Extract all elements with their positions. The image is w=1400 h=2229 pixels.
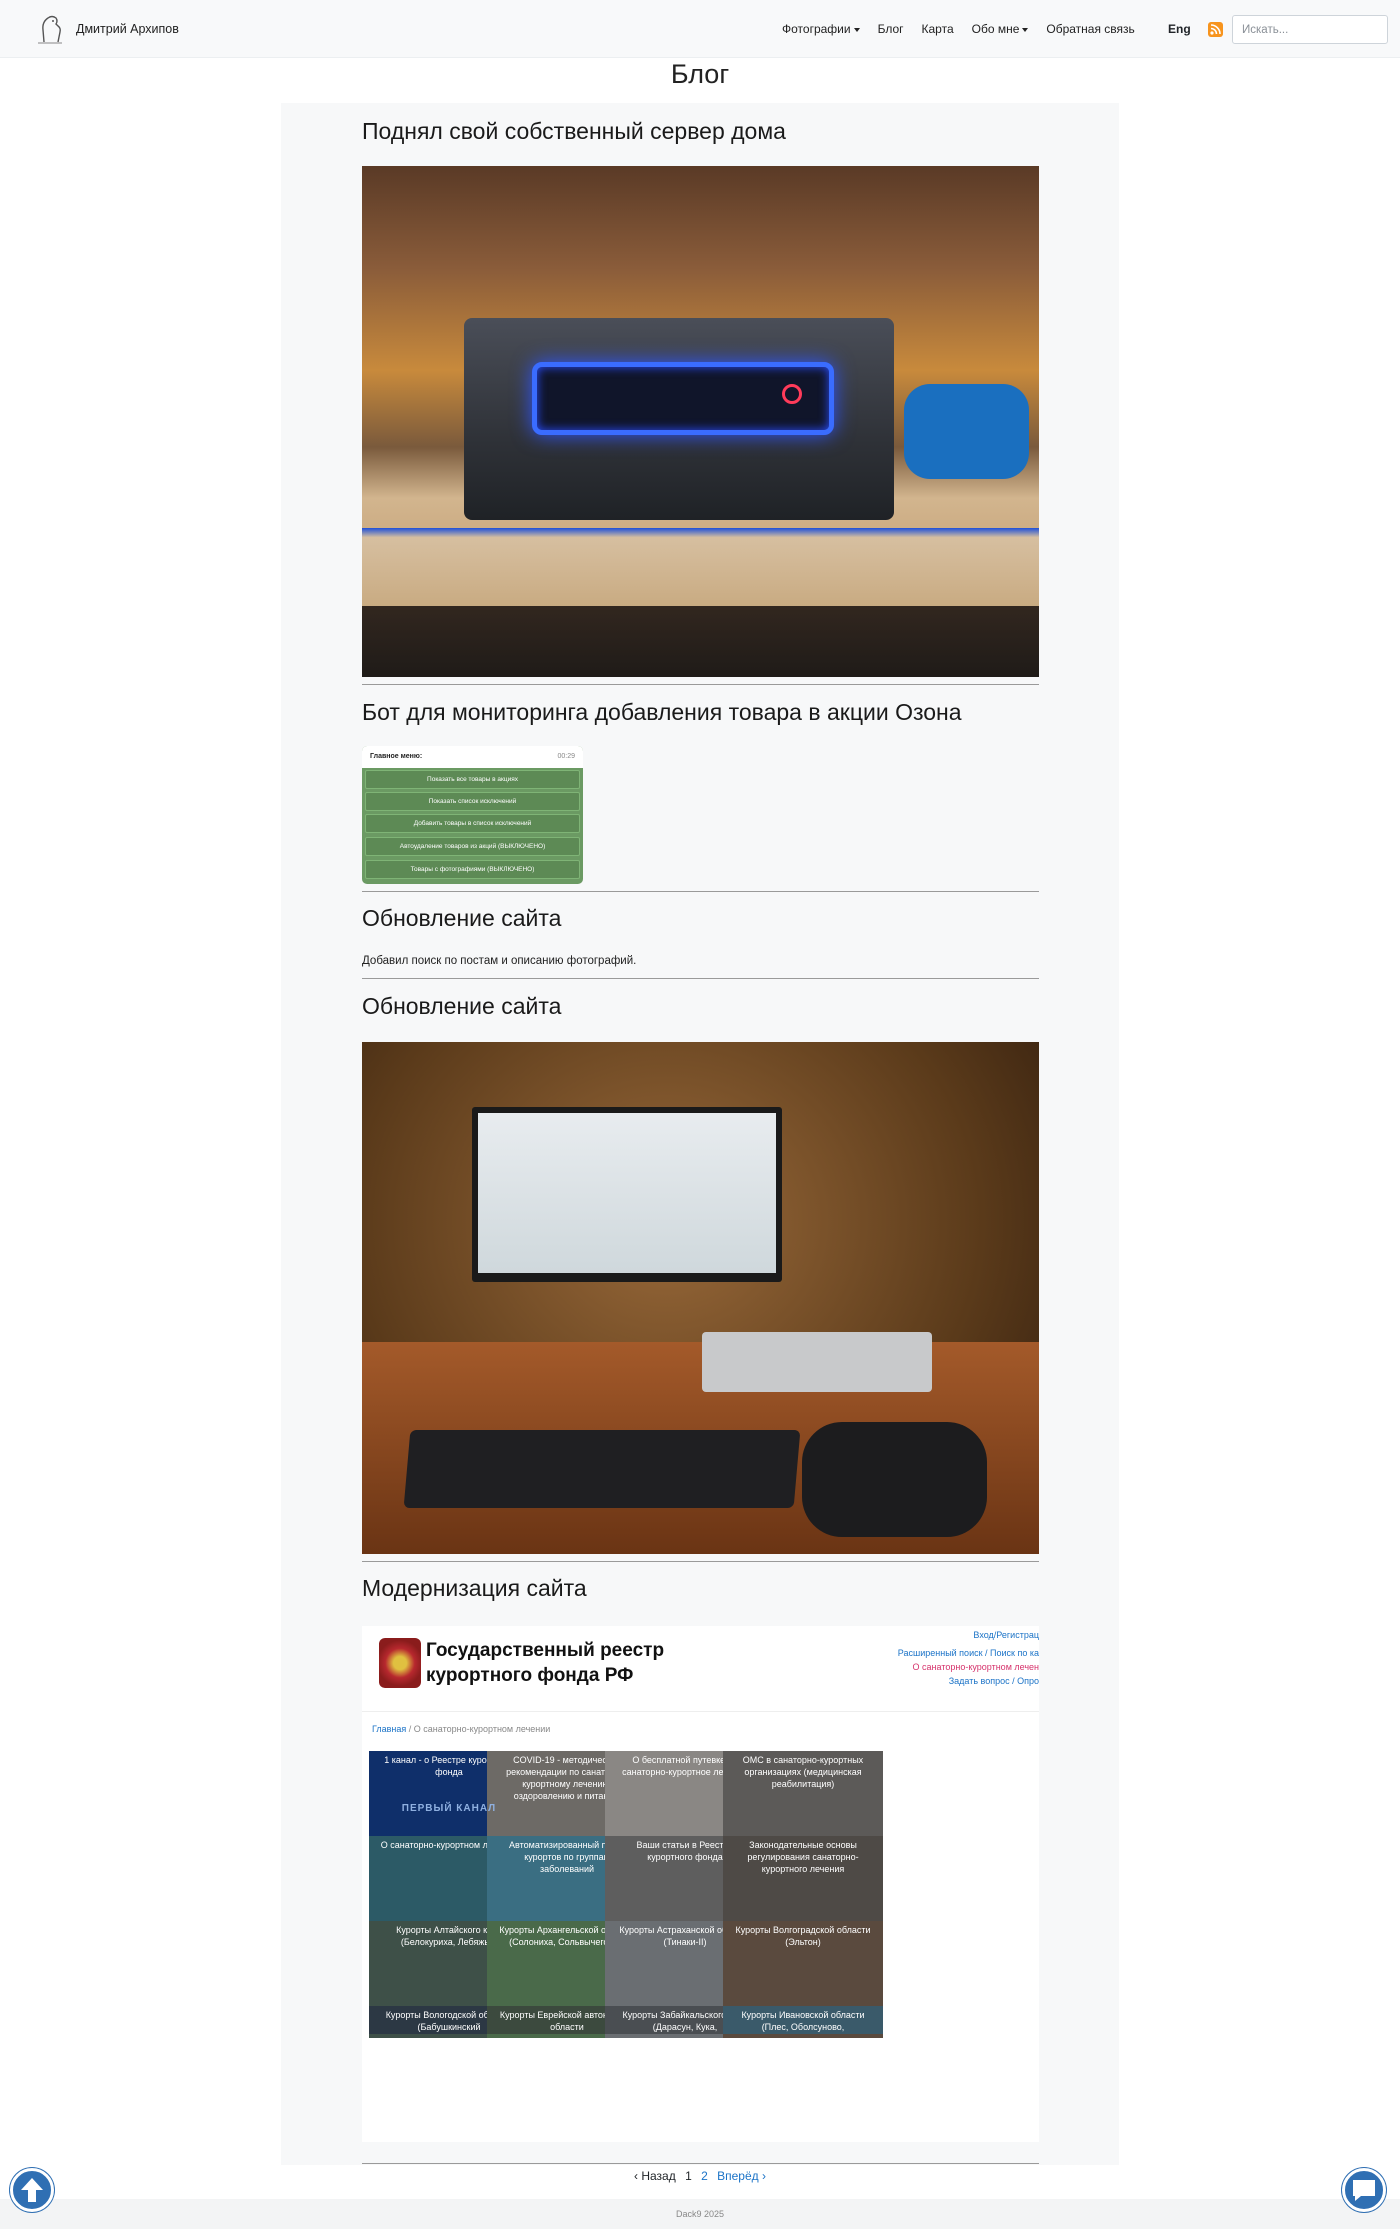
channel-logo: ПЕРВЫЙ КАНАЛ [401, 1803, 497, 1814]
registry-title-line: Государственный реестр [426, 1640, 665, 1661]
server-photo[interactable] [362, 166, 1039, 677]
site-brand[interactable]: Дмитрий Архипов [34, 11, 179, 47]
post-title[interactable]: Бот для мониторинга добавления товара в … [362, 697, 962, 727]
nav-blog[interactable]: Блог [878, 22, 904, 36]
bot-menu-header: Главное меню: 00:29 [362, 746, 583, 768]
pager-page[interactable]: 2 [701, 2169, 708, 2183]
pager-next[interactable]: Вперёд › [717, 2169, 766, 2183]
language-switch[interactable]: Eng [1168, 22, 1191, 36]
registry-tile: Курорты Ивановской области (Плес, Оболсу… [723, 2006, 883, 2034]
scroll-top-button[interactable] [10, 2168, 54, 2212]
dog-logo-icon [38, 15, 62, 44]
desk-photo[interactable] [362, 1042, 1039, 1554]
nav-about-label: Обо мне [971, 22, 1020, 36]
caret-down-icon [853, 27, 860, 32]
registry-link: Задать вопрос / Опро [948, 1676, 1039, 1686]
registry-link: О санаторно-курортном лечен [912, 1662, 1039, 1672]
brand-name: Дмитрий Архипов [76, 22, 179, 36]
post-title[interactable]: Модернизация сайта [362, 1573, 587, 1603]
power-icon [782, 384, 802, 404]
post-divider [362, 684, 1039, 685]
main-nav: Фотографии Блог Карта Обо мне Обратная с… [773, 0, 1144, 58]
footer: Dack9 2025 [0, 2199, 1400, 2229]
post-divider [362, 978, 1039, 979]
laptop [702, 1332, 932, 1392]
bot-button: Добавить товары в список исключений [365, 814, 580, 833]
registry-title-line: курортного фонда РФ [426, 1665, 634, 1686]
keyboard [403, 1430, 801, 1508]
rss-icon[interactable] [1208, 22, 1223, 37]
monitor-screen [478, 1113, 776, 1273]
chat-bubble-icon [1353, 2180, 1375, 2201]
page-title: Блог [670, 59, 730, 89]
registry-screenshot[interactable]: Государственный реестр курортного фонда … [362, 1626, 1039, 2142]
nav-map[interactable]: Карта [922, 22, 954, 36]
bot-button: Показать список исключений [365, 792, 580, 811]
registry-link: Вход/Регистрац [973, 1630, 1039, 1640]
breadcrumb-home: Главная [372, 1724, 407, 1734]
bot-button: Автоудаление товаров из акций (ВЫКЛЮЧЕНО… [365, 837, 580, 856]
bot-button: Показать все товары в акциях [365, 770, 580, 789]
bot-menu-time: 00:29 [557, 753, 575, 760]
pagination: ‹ Назад 1 2 Вперёд › [0, 2168, 1400, 2184]
nav-photos-label: Фотографии [782, 22, 851, 36]
top-navbar: Дмитрий Архипов Фотографии Блог Карта Об… [0, 0, 1400, 58]
registry-breadcrumb: Главная / О санаторно-курортном лечении [372, 1724, 551, 1734]
bot-screenshot[interactable]: Главное меню: 00:29 Показать все товары в… [362, 746, 583, 884]
post-divider [362, 891, 1039, 892]
post-title[interactable]: Обновление сайта [362, 903, 561, 933]
pager-page-current[interactable]: 1 [685, 2169, 692, 2183]
nav-photos[interactable]: Фотографии [782, 22, 860, 36]
registry-title: Государственный реестр курортного фонда … [426, 1638, 664, 1688]
bot-menu-title: Главное меню: [370, 753, 423, 760]
chat-button[interactable] [1342, 2168, 1386, 2212]
bot-button: Товары с фотографиями (ВЫКЛЮЧЕНО) [365, 860, 580, 879]
nav-about[interactable]: Обо мне [972, 22, 1029, 36]
post-title[interactable]: Обновление сайта [362, 991, 561, 1021]
arrow-up-icon [21, 2178, 43, 2202]
search-input[interactable] [1232, 15, 1388, 44]
pager-prev[interactable]: ‹ Назад [634, 2169, 676, 2183]
breadcrumb-current: О санаторно-курортном лечении [413, 1724, 551, 1734]
post-text: Добавил поиск по постам и описанию фотог… [362, 955, 637, 967]
blue-object [904, 384, 1029, 479]
post-title[interactable]: Поднял свой собственный сервер дома [362, 116, 786, 146]
shelf [362, 528, 1039, 606]
coat-of-arms-icon [379, 1638, 421, 1688]
registry-link: Расширенный поиск / Поиск по ка [897, 1648, 1039, 1658]
post-divider [362, 1561, 1039, 1562]
caret-down-icon [1022, 27, 1029, 32]
nav-feedback[interactable]: Обратная связь [1046, 22, 1134, 36]
mouse-pad [802, 1422, 987, 1537]
post-divider [362, 2163, 1039, 2164]
